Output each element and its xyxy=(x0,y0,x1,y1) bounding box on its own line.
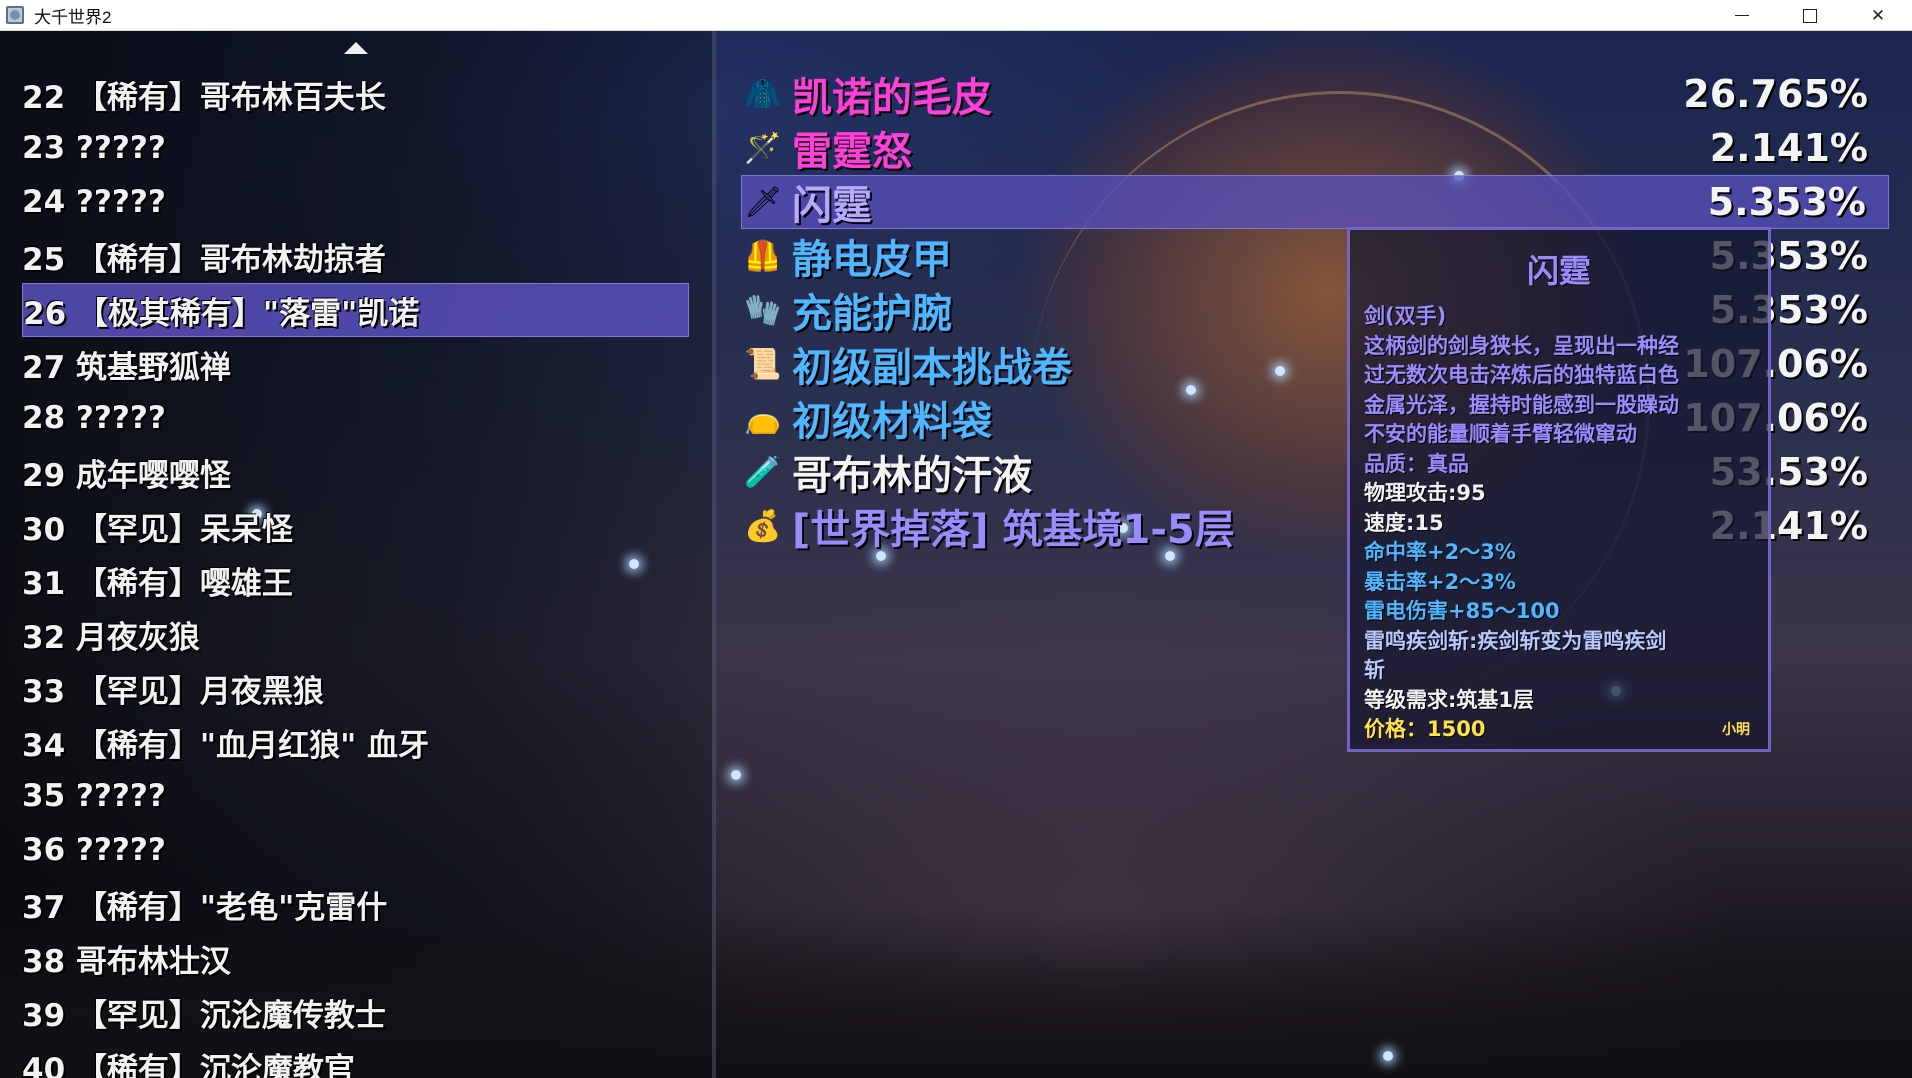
monster-list-item[interactable]: 38 哥布林壮汉 xyxy=(0,931,712,985)
minimize-icon xyxy=(1735,15,1749,16)
monster-list-item[interactable]: 36 ????? xyxy=(0,823,712,877)
tooltip-line: 物理攻击:95 xyxy=(1364,481,1486,505)
drop-rate: 2.141% xyxy=(1709,126,1868,170)
drop-item-name: 凯诺的毛皮 xyxy=(792,75,992,121)
tooltip-line: 暴击率+2～3% xyxy=(1364,569,1516,594)
tooltip-line: 金属光泽，握持时能感到一股躁动 xyxy=(1364,392,1679,417)
monster-list-item[interactable]: 24 ????? xyxy=(0,175,712,229)
bracer-icon: 🧤 xyxy=(744,292,782,328)
drop-item-name: 雷霆怒 xyxy=(792,129,912,175)
maximize-button[interactable] xyxy=(1776,0,1844,31)
tooltip-author: 小明 xyxy=(1722,722,1750,738)
monster-list-item[interactable]: 26 【极其稀有】"落雷"凯诺 xyxy=(22,283,689,337)
close-icon: ✕ xyxy=(1870,5,1886,26)
monster-list-item[interactable]: 30 【罕见】呆呆怪 xyxy=(0,499,712,553)
tooltip-line: 命中率+2～3% xyxy=(1364,540,1516,564)
sparkle xyxy=(731,770,741,780)
tooltip-line: 剑(双手) xyxy=(1364,304,1447,328)
drop-item-name: [世界掉落] 筑基境1-5层 xyxy=(792,507,1235,553)
monster-list-item[interactable]: 25 【稀有】哥布林劫掠者 xyxy=(0,229,712,283)
drop-item-name: 初级材料袋 xyxy=(792,399,992,445)
sword-icon: 🗡 xyxy=(743,184,783,220)
tooltip-line: 雷电伤害+85～100 xyxy=(1364,599,1560,623)
game-viewport: 22 【稀有】哥布林百夫长 23 ????? 24 ????? 25 【稀有】哥布林劫… xyxy=(0,31,1912,1078)
app-icon xyxy=(4,4,26,26)
monster-list-item[interactable]: 35 ????? xyxy=(0,769,712,823)
maximize-icon xyxy=(1803,8,1817,23)
drop-row[interactable]: 🗡 闪霆 5.353% xyxy=(741,175,1889,229)
monster-list-item[interactable]: 28 ????? xyxy=(0,391,712,445)
window-controls: ✕ xyxy=(1708,0,1912,31)
title-bar: 大千世界2 ✕ xyxy=(0,0,1912,31)
tooltip-line: 雷鸣疾剑斩:疾剑斩变为雷鸣疾剑 xyxy=(1364,628,1667,653)
drop-rate: 26.765% xyxy=(1683,72,1868,116)
bag-icon: 👝 xyxy=(744,400,782,436)
drop-row[interactable]: 🧥 凯诺的毛皮 26.765% xyxy=(742,67,1890,121)
tooltip-line: 这柄剑的剑身狭长，呈现出一种经 xyxy=(1364,333,1679,358)
monster-list-item[interactable]: 23 ????? xyxy=(0,121,712,175)
tooltip-line: 价格：1500 xyxy=(1364,717,1486,741)
minimize-button[interactable] xyxy=(1708,0,1776,31)
drop-item-name: 初级副本挑战卷 xyxy=(792,345,1072,391)
item-tooltip: 闪霆 剑(双手) 这柄剑的剑身狭长，呈现出一种经 过无数次电击淬炼后的独特蓝白色 金属… xyxy=(1347,227,1771,752)
tooltip-line: 等级需求:筑基1层 xyxy=(1364,687,1535,712)
monster-list-item[interactable]: 40 【稀有】沉沦魔教官 xyxy=(0,1039,712,1078)
scroll-up-arrow-icon[interactable] xyxy=(344,42,368,54)
sparkle xyxy=(1383,1051,1393,1061)
panel-divider xyxy=(712,31,716,1078)
tooltip-line: 过无数次电击淬炼后的独特蓝白色 xyxy=(1364,363,1679,387)
tooltip-title: 闪霆 xyxy=(1526,252,1591,290)
tooltip-line: 品质：真品 xyxy=(1364,451,1469,476)
club-icon: 🪄 xyxy=(744,130,782,166)
monster-list-item[interactable]: 29 成年嘤嘤怪 xyxy=(0,445,712,499)
tooltip-lines: 剑(双手) 这柄剑的剑身狭长，呈现出一种经 过无数次电击淬炼后的独特蓝白色 金属光泽，… xyxy=(1364,302,1754,745)
monster-list-item[interactable]: 33 【罕见】月夜黑狼 xyxy=(0,661,712,715)
drop-item-name: 哥布林的汗液 xyxy=(792,453,1032,499)
hide-icon: 🧥 xyxy=(744,76,782,112)
window-title: 大千世界2 xyxy=(34,7,112,27)
drop-item-name: 充能护腕 xyxy=(792,291,952,337)
tooltip-line: 速度:15 xyxy=(1364,510,1444,535)
leather-armor-icon: 🦺 xyxy=(744,238,782,274)
monster-list-panel: 22 【稀有】哥布林百夫长 23 ????? 24 ????? 25 【稀有】哥布林劫… xyxy=(0,31,712,1078)
monster-list-item[interactable]: 22 【稀有】哥布林百夫长 xyxy=(0,67,712,121)
close-button[interactable]: ✕ xyxy=(1844,0,1912,31)
tooltip-line: 不安的能量顺着手臂轻微窜动 xyxy=(1364,422,1637,446)
vial-icon: 🧪 xyxy=(744,454,782,490)
loot-sack-icon: 💰 xyxy=(744,508,782,544)
drop-item-name: 静电皮甲 xyxy=(792,237,952,283)
scroll-icon: 📜 xyxy=(744,346,782,382)
monster-list-item[interactable]: 32 月夜灰狼 xyxy=(0,607,712,661)
monster-list-item[interactable]: 39 【罕见】沉沦魔传教士 xyxy=(0,985,712,1039)
monster-list-item[interactable]: 34 【稀有】"血月红狼" 血牙 xyxy=(0,715,712,769)
monster-list-item[interactable]: 37 【稀有】"老龟"克雷什 xyxy=(0,877,712,931)
drop-rate: 5.353% xyxy=(1707,180,1866,224)
drop-item-name: 闪霆 xyxy=(792,183,872,229)
drop-row[interactable]: 🪄 雷霆怒 2.141% xyxy=(742,121,1890,175)
monster-list-item[interactable]: 27 筑基野狐禅 xyxy=(0,337,712,391)
monster-list: 22 【稀有】哥布林百夫长 23 ????? 24 ????? 25 【稀有】哥布林劫… xyxy=(0,67,712,1078)
monster-list-item[interactable]: 31 【稀有】嘤雄王 xyxy=(0,553,712,607)
tooltip-line: 斩 xyxy=(1364,658,1385,682)
